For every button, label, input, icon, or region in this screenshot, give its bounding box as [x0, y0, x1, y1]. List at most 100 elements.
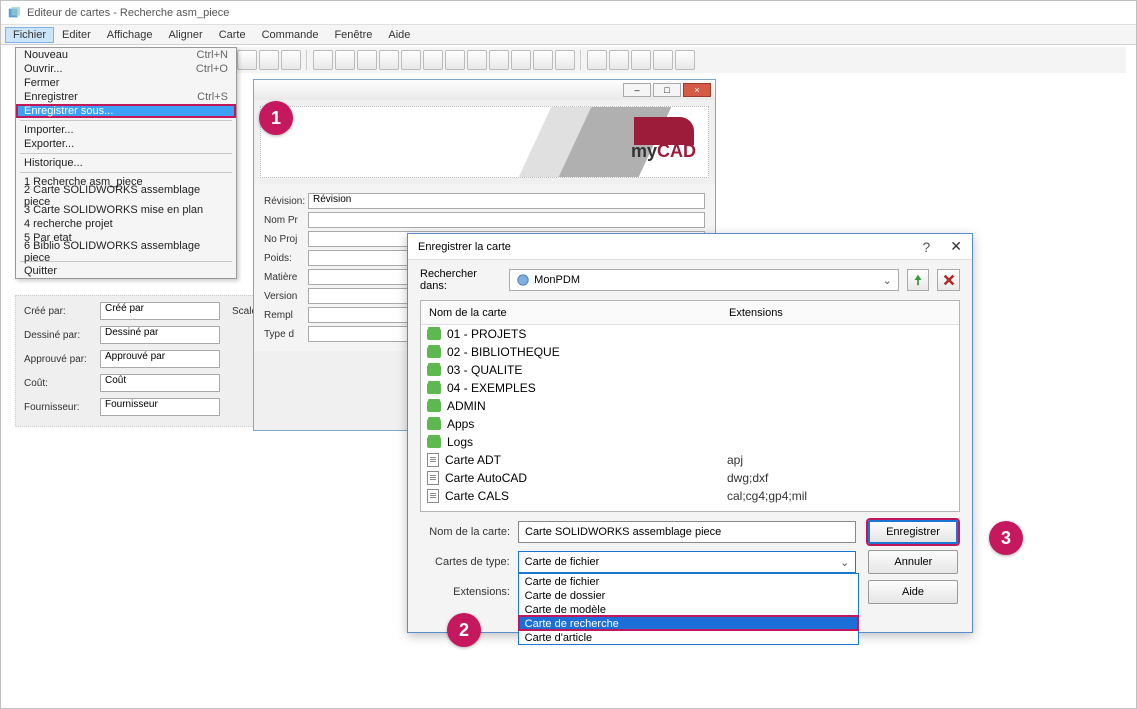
toolbar-button[interactable]	[313, 50, 333, 70]
delete-button[interactable]	[937, 269, 960, 291]
toolbar-button[interactable]	[281, 50, 301, 70]
toolbar-button[interactable]	[489, 50, 509, 70]
maximize-button[interactable]: □	[653, 83, 681, 97]
type-option[interactable]: Carte de recherche	[519, 616, 858, 630]
menu-carte[interactable]: Carte	[211, 27, 254, 43]
toolbar	[237, 47, 1126, 73]
menu-editer[interactable]: Editer	[54, 27, 99, 43]
file-menu-dropdown: NouveauCtrl+NOuvrir...Ctrl+OFermerEnregi…	[15, 47, 237, 279]
toolbar-button[interactable]	[379, 50, 399, 70]
file-menu-item[interactable]: Exporter...	[16, 137, 236, 151]
form-field[interactable]: Fournisseur	[100, 398, 220, 416]
file-menu-item[interactable]: Quitter	[16, 264, 236, 278]
type-options-popup: Carte de fichierCarte de dossierCarte de…	[518, 573, 859, 645]
toolbar-button[interactable]	[423, 50, 443, 70]
type-option[interactable]: Carte de modèle	[519, 602, 858, 616]
list-item[interactable]: 04 - EXEMPLES	[421, 379, 959, 397]
menu-affichage[interactable]: Affichage	[99, 27, 161, 43]
menu-aide[interactable]: Aide	[380, 27, 418, 43]
form-field[interactable]: Coût	[100, 374, 220, 392]
col-name[interactable]: Nom de la carte	[421, 307, 721, 319]
file-menu-item[interactable]: 6 Biblio SOLIDWORKS assemblage piece	[16, 245, 236, 259]
list-item[interactable]: Logs	[421, 433, 959, 451]
list-item[interactable]: Carte ADTapj	[421, 451, 959, 469]
folder-icon	[427, 383, 441, 394]
name-input[interactable]: Carte SOLIDWORKS assemblage piece	[518, 521, 856, 543]
card-field[interactable]: Révision	[308, 193, 705, 209]
toolbar-button[interactable]	[631, 50, 651, 70]
help-icon[interactable]: ?	[922, 239, 930, 255]
logo-banner: myCAD	[260, 106, 709, 178]
folder-icon	[427, 329, 441, 340]
toolbar-button[interactable]	[511, 50, 531, 70]
toolbar-button[interactable]	[555, 50, 575, 70]
close-icon[interactable]: ✕	[950, 238, 962, 255]
file-menu-item[interactable]: NouveauCtrl+N	[16, 48, 236, 62]
child-window-titlebar[interactable]: – □ ×	[254, 80, 715, 100]
toolbar-button[interactable]	[335, 50, 355, 70]
toolbar-button[interactable]	[609, 50, 629, 70]
file-menu-item[interactable]: 4 recherche projet	[16, 217, 236, 231]
list-item[interactable]: Carte CALScal;cg4;gp4;mil	[421, 487, 959, 505]
file-menu-item[interactable]: Fermer	[16, 76, 236, 90]
app-title: Editeur de cartes - Recherche asm_piece	[27, 7, 229, 19]
file-menu-item[interactable]: Enregistrer sous...	[16, 104, 236, 118]
minimize-button[interactable]: –	[623, 83, 651, 97]
file-menu-item[interactable]: Ouvrir...Ctrl+O	[16, 62, 236, 76]
up-folder-button[interactable]	[907, 269, 930, 291]
list-item[interactable]: Apps	[421, 415, 959, 433]
folder-icon	[427, 437, 441, 448]
file-menu-item[interactable]: Importer...	[16, 123, 236, 137]
toolbar-button[interactable]	[445, 50, 465, 70]
type-option[interactable]: Carte d'article	[519, 630, 858, 644]
app-icon	[7, 6, 21, 20]
dialog-titlebar[interactable]: Enregistrer la carte ? ✕	[408, 234, 972, 260]
toolbar-button[interactable]	[533, 50, 553, 70]
list-item[interactable]: 03 - QUALITE	[421, 361, 959, 379]
type-combo[interactable]: Carte de fichier ⌄ Carte de fichierCarte…	[518, 551, 857, 573]
toolbar-button[interactable]	[467, 50, 487, 70]
type-option[interactable]: Carte de fichier	[519, 574, 858, 588]
form-field[interactable]: Créé par	[100, 302, 220, 320]
toolbar-button[interactable]	[357, 50, 377, 70]
folder-icon	[427, 365, 441, 376]
callout-3: 3	[989, 521, 1023, 555]
list-header[interactable]: Nom de la carte Extensions	[421, 301, 959, 325]
file-menu-item[interactable]: EnregistrerCtrl+S	[16, 90, 236, 104]
card-field[interactable]	[308, 212, 705, 228]
toolbar-button[interactable]	[237, 50, 257, 70]
list-item[interactable]: ADMIN	[421, 397, 959, 415]
toolbar-button[interactable]	[675, 50, 695, 70]
look-in-value: MonPDM	[534, 274, 580, 286]
list-item[interactable]: 02 - BIBLIOTHEQUE	[421, 343, 959, 361]
form-field[interactable]: Approuvé par	[100, 350, 220, 368]
type-option[interactable]: Carte de dossier	[519, 588, 858, 602]
app-titlebar: Editeur de cartes - Recherche asm_piece	[1, 1, 1136, 25]
menubar: Fichier Editer Affichage Aligner Carte C…	[1, 25, 1136, 45]
list-item[interactable]: 01 - PROJETS	[421, 325, 959, 343]
toolbar-separator	[306, 50, 308, 70]
look-in-combo[interactable]: MonPDM ⌄	[509, 269, 899, 291]
menu-fenetre[interactable]: Fenêtre	[326, 27, 380, 43]
file-menu-item[interactable]: 2 Carte SOLIDWORKS assemblage piece	[16, 189, 236, 203]
cancel-button[interactable]: Annuler	[868, 550, 958, 574]
form-field[interactable]: Dessiné par	[100, 326, 220, 344]
menu-commande[interactable]: Commande	[254, 27, 327, 43]
list-item[interactable]: Carte AutoCADdwg;dxf	[421, 469, 959, 487]
save-button[interactable]: Enregistrer	[868, 520, 958, 544]
col-ext[interactable]: Extensions	[721, 307, 959, 319]
save-as-dialog: Enregistrer la carte ? ✕ Rechercher dans…	[407, 233, 973, 633]
toolbar-button[interactable]	[653, 50, 673, 70]
help-button[interactable]: Aide	[868, 580, 958, 604]
toolbar-button[interactable]	[259, 50, 279, 70]
file-menu-item[interactable]: Historique...	[16, 156, 236, 170]
toolbar-button[interactable]	[587, 50, 607, 70]
close-button[interactable]: ×	[683, 83, 711, 97]
menu-aligner[interactable]: Aligner	[160, 27, 210, 43]
file-menu-item[interactable]: 3 Carte SOLIDWORKS mise en plan	[16, 203, 236, 217]
toolbar-button[interactable]	[401, 50, 421, 70]
list-rows[interactable]: 01 - PROJETS02 - BIBLIOTHEQUE03 - QUALIT…	[421, 325, 959, 511]
logo-brand: CAD	[657, 141, 696, 161]
menu-fichier[interactable]: Fichier	[5, 27, 54, 43]
chevron-down-icon: ⌄	[840, 556, 849, 569]
